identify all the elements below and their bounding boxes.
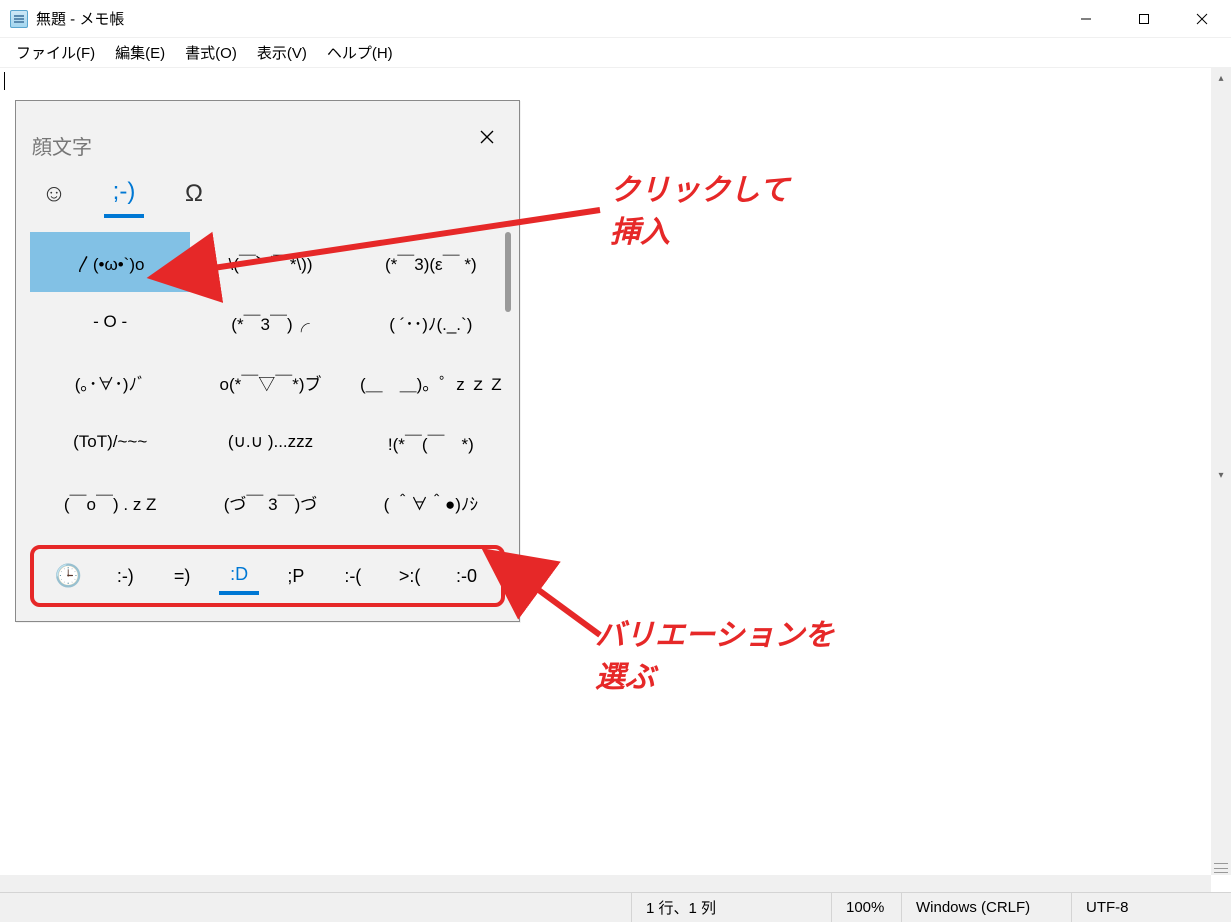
- close-button[interactable]: [1173, 0, 1231, 37]
- kaomoji-item[interactable]: (*￣3￣)╭: [190, 292, 350, 352]
- annotation-arrow-icon: [180, 170, 620, 290]
- variation-item[interactable]: :D: [219, 558, 259, 595]
- titlebar: 無題 - メモ帳: [0, 0, 1231, 38]
- status-line-ending: Windows (CRLF): [901, 893, 1071, 922]
- text-caret: [4, 72, 5, 90]
- emoji-panel-close-button[interactable]: [471, 121, 503, 153]
- variation-item[interactable]: >:(: [390, 560, 430, 593]
- minimize-button[interactable]: [1057, 0, 1115, 37]
- notepad-icon: [10, 10, 28, 28]
- kaomoji-item[interactable]: 〳(•ω•`)o: [30, 232, 190, 292]
- status-encoding: UTF-8: [1071, 893, 1231, 922]
- emoji-panel-title: 顔文字: [32, 131, 92, 160]
- variation-item[interactable]: :-): [105, 560, 145, 593]
- kaomoji-item[interactable]: (￣o￣) . z Z: [30, 472, 190, 532]
- variation-item[interactable]: :-(: [333, 560, 373, 593]
- kaomoji-item[interactable]: (＿ ＿)。゜z ｚ Z: [351, 352, 511, 412]
- variation-recent-icon[interactable]: 🕒: [48, 557, 88, 595]
- statusbar: 1 行、1 列 100% Windows (CRLF) UTF-8: [0, 892, 1231, 922]
- status-position: 1 行、1 列: [631, 893, 831, 922]
- kaomoji-item[interactable]: !(*￣(￣ *): [351, 412, 511, 472]
- scroll-up-icon[interactable]: ▴: [1211, 68, 1231, 88]
- kaomoji-item[interactable]: (｡･∀･)ﾉﾞ: [30, 352, 190, 412]
- kaomoji-item[interactable]: ( ＾∀＾●)ﾉｼ: [351, 472, 511, 532]
- kaomoji-item[interactable]: (づ￣ 3￣)づ: [190, 472, 350, 532]
- menu-file[interactable]: ファイル(F): [6, 38, 105, 67]
- tab-kaomoji[interactable]: ;-): [104, 178, 144, 218]
- kaomoji-item[interactable]: (ToT)/~~~: [30, 412, 190, 472]
- emoji-panel-header: 顔文字: [16, 101, 519, 160]
- kaomoji-item[interactable]: o(*￣▽￣*)ブ: [190, 352, 350, 412]
- annotation-arrow-icon: [510, 560, 620, 650]
- menu-edit[interactable]: 編集(E): [105, 38, 175, 67]
- variation-bar: 🕒 :-) =) :D ;P :-( >:( :-0: [30, 545, 505, 607]
- window-controls: [1057, 0, 1231, 37]
- scroll-down-icon[interactable]: ▾: [1211, 466, 1231, 486]
- variation-item[interactable]: =): [162, 560, 202, 593]
- kaomoji-item[interactable]: - O -: [30, 292, 190, 352]
- scrollbar-horizontal[interactable]: [0, 875, 1211, 892]
- kaomoji-item[interactable]: (∪.∪ )...zzz: [190, 412, 350, 472]
- statusbar-spacer: [0, 893, 631, 922]
- tab-emoji[interactable]: ☺: [34, 180, 74, 216]
- variation-item[interactable]: :-0: [447, 560, 487, 593]
- kaomoji-item[interactable]: ( ´･･)ﾉ(._.`): [351, 292, 511, 352]
- maximize-button[interactable]: [1115, 0, 1173, 37]
- window-title: 無題 - メモ帳: [36, 8, 124, 29]
- menu-format[interactable]: 書式(O): [175, 38, 247, 67]
- scrollbar-vertical[interactable]: ▴ ▾: [1211, 68, 1231, 875]
- resize-grip-icon[interactable]: [1214, 863, 1228, 873]
- variation-item[interactable]: ;P: [276, 560, 316, 593]
- menubar: ファイル(F) 編集(E) 書式(O) 表示(V) ヘルプ(H): [0, 38, 1231, 68]
- menu-help[interactable]: ヘルプ(H): [317, 38, 403, 67]
- menu-view[interactable]: 表示(V): [247, 38, 317, 67]
- status-zoom: 100%: [831, 893, 901, 922]
